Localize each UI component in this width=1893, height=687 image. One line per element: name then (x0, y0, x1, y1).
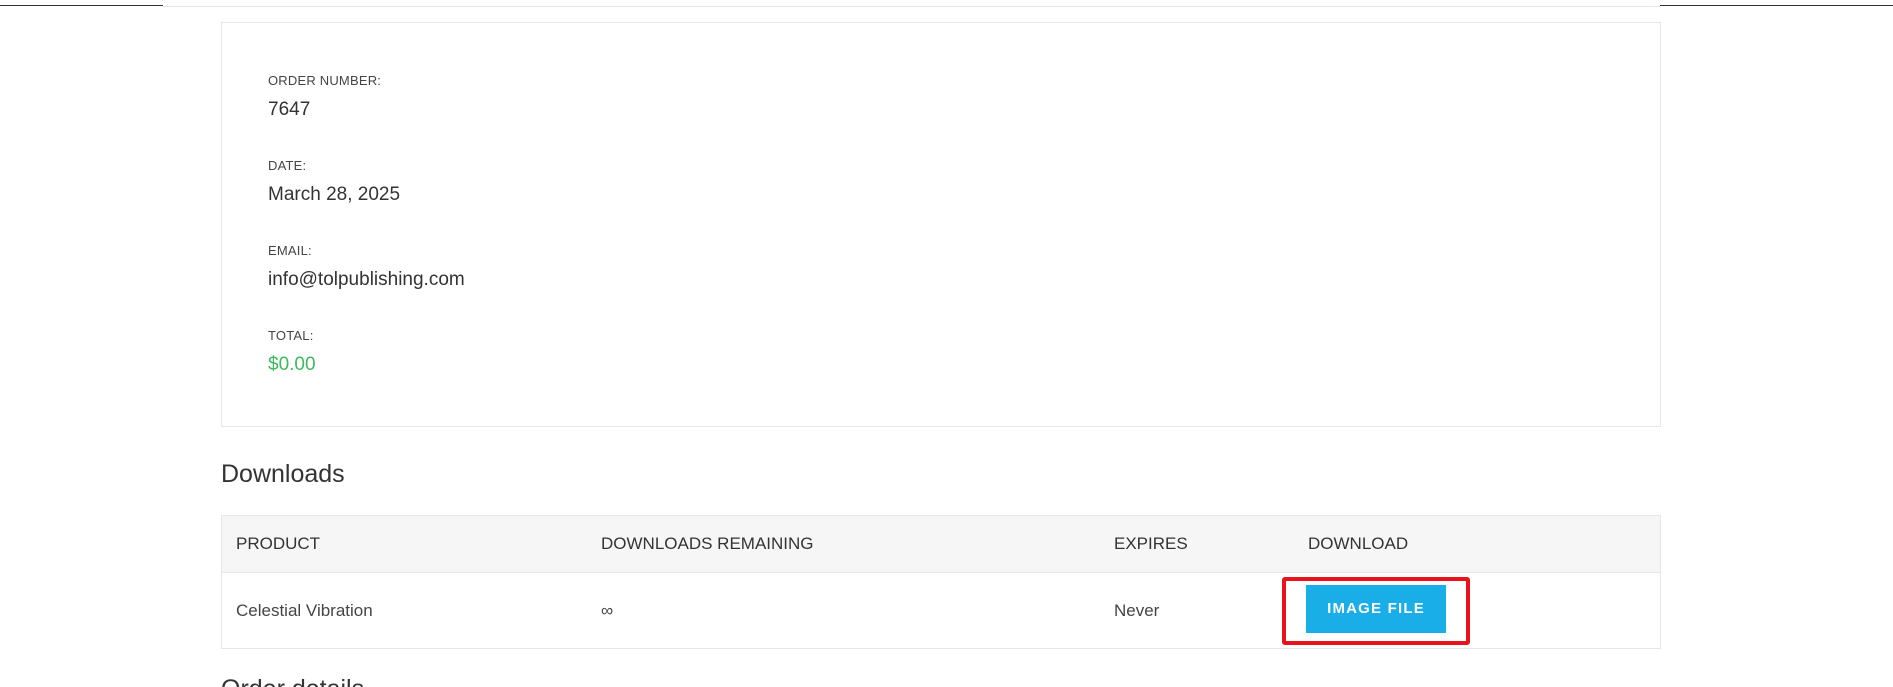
top-divider-left (0, 5, 163, 6)
order-number-label: ORDER NUMBER: (268, 73, 382, 88)
order-email-label: EMAIL: (268, 243, 312, 258)
order-date-label: DATE: (268, 158, 307, 173)
expires-value: Never (1114, 600, 1160, 620)
highlight-box: IMAGE FILE (1282, 576, 1470, 645)
downloads-table-header: PRODUCT DOWNLOADS REMAINING EXPIRES DOWN… (221, 515, 1661, 573)
downloads-title: Downloads (221, 460, 345, 488)
column-header-download: DOWNLOAD (1294, 515, 1661, 573)
column-header-product: PRODUCT (221, 515, 587, 573)
order-date-field: DATE: March 28, 2025 (268, 158, 1614, 243)
downloads-remaining-value: ∞ (601, 600, 614, 620)
page: ORDER NUMBER: 7647 DATE: March 28, 2025 … (0, 0, 1893, 687)
table-row: Celestial Vibration ∞ Never IMAGE FILE (221, 573, 1661, 649)
order-overview-card: ORDER NUMBER: 7647 DATE: March 28, 2025 … (221, 22, 1661, 427)
top-divider-right (1660, 5, 1893, 6)
order-total-value: $0.00 (268, 354, 316, 375)
order-total-label: TOTAL: (268, 328, 314, 343)
image-file-download-button[interactable]: IMAGE FILE (1306, 584, 1446, 633)
order-received-content: ORDER NUMBER: 7647 DATE: March 28, 2025 … (221, 22, 1661, 649)
order-number-field: ORDER NUMBER: 7647 (268, 73, 1614, 158)
download-cell: IMAGE FILE (1282, 573, 1661, 649)
column-header-downloads-remaining: DOWNLOADS REMAINING (587, 515, 1100, 573)
downloads-table: PRODUCT DOWNLOADS REMAINING EXPIRES DOWN… (221, 515, 1661, 649)
order-total-field: TOTAL: $0.00 (268, 328, 1614, 413)
top-bar (163, 0, 1660, 7)
order-email-value: info@tolpublishing.com (268, 269, 465, 290)
order-details-title: Order details (221, 672, 364, 687)
order-number-value: 7647 (268, 99, 311, 120)
product-name: Celestial Vibration (236, 600, 373, 620)
order-email-field: EMAIL: info@tolpublishing.com (268, 243, 1614, 328)
order-date-value: March 28, 2025 (268, 184, 401, 205)
column-header-expires: EXPIRES (1100, 515, 1294, 573)
